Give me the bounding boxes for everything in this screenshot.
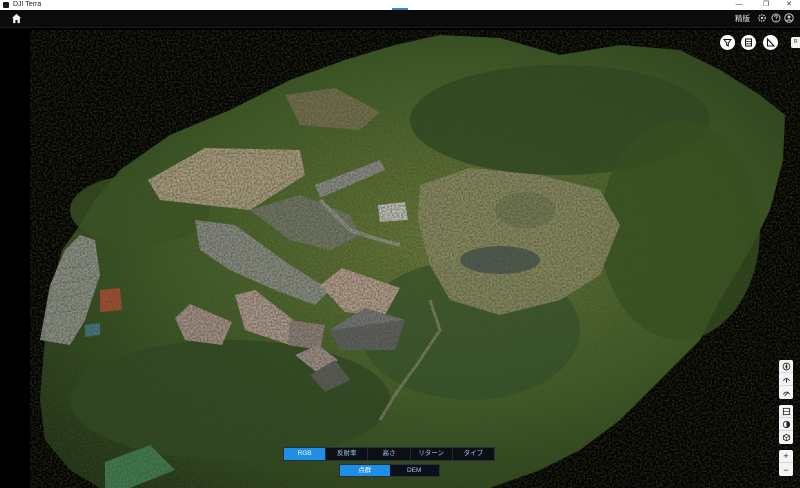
zoom-out-button[interactable]: − — [779, 463, 793, 476]
grid-button[interactable] — [779, 405, 793, 418]
tab-height[interactable]: 高さ — [368, 448, 411, 460]
tab-rgb[interactable]: RGB — [284, 448, 327, 460]
window-title-bar: DJI Terra — ❐ ✕ — [0, 0, 800, 10]
color-mode-bar: RGB 反射率 高さ リターン タイプ — [283, 447, 495, 461]
compass-icon — [782, 362, 790, 370]
point-cloud-viewport[interactable] — [0, 28, 800, 488]
view-top-icon — [782, 377, 790, 383]
display-toolbar — [779, 405, 793, 444]
grid-icon — [782, 407, 790, 415]
window-title: DJI Terra — [13, 1, 42, 8]
compass-button[interactable] — [779, 360, 793, 373]
tab-point-cloud[interactable]: 点群 — [340, 465, 390, 476]
minimize-button[interactable]: — — [728, 0, 750, 10]
cube-button[interactable] — [779, 431, 793, 444]
edit-mode-label[interactable]: 精版 — [735, 13, 750, 24]
view-angle-icon — [782, 391, 790, 396]
settings-icon[interactable] — [757, 13, 767, 23]
view-angle-button[interactable] — [779, 386, 793, 399]
restore-button[interactable]: ❐ — [755, 0, 777, 10]
half-sphere-icon — [782, 420, 790, 428]
close-button[interactable]: ✕ — [778, 0, 800, 10]
tab-dem[interactable]: DEM — [390, 465, 440, 476]
view-mode-bar: 点群 DEM — [339, 464, 440, 477]
zoom-toolbar: + − — [779, 450, 793, 476]
view-toolbar — [779, 360, 793, 399]
help-icon[interactable] — [771, 13, 781, 23]
user-icon[interactable] — [784, 13, 794, 23]
home-icon[interactable] — [11, 13, 22, 24]
app-header: 精版 — [0, 10, 800, 28]
filter-tool-button[interactable] — [720, 35, 735, 50]
half-sphere-button[interactable] — [779, 418, 793, 431]
tab-return[interactable]: リターン — [411, 448, 453, 460]
layers-tool-button[interactable] — [741, 35, 756, 50]
layers-icon — [745, 38, 752, 47]
point-cloud-render — [30, 30, 800, 488]
measure-icon — [766, 37, 776, 47]
tab-type[interactable]: タイプ — [453, 448, 494, 460]
zoom-in-button[interactable]: + — [779, 450, 793, 463]
cube-icon — [782, 433, 790, 442]
view-top-button[interactable] — [779, 373, 793, 386]
filter-icon — [722, 39, 733, 47]
right-panel-toggle[interactable]: R — [791, 37, 800, 48]
app-logo-icon — [3, 2, 9, 8]
tab-reflectance[interactable]: 反射率 — [326, 448, 369, 460]
measure-tool-button[interactable] — [763, 35, 778, 50]
